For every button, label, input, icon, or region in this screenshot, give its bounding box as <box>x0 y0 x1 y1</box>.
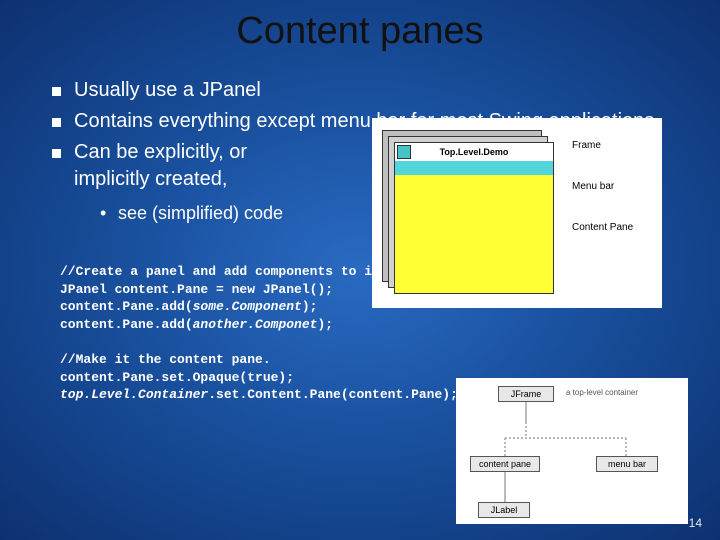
figure-window-stack: Top.Level.Demo Frame Menu bar Content Pa… <box>372 118 662 308</box>
figure-label-frame: Frame <box>572 140 658 151</box>
code-line: ); <box>317 317 333 332</box>
code-line: .set.Content.Pane(content.Pane); <box>208 387 458 402</box>
figure-window-title: Top.Level.Demo <box>440 147 509 157</box>
figure-note: a top-level container <box>566 388 638 397</box>
code-line: //Create a panel and add components to i… <box>60 264 388 279</box>
figure-node-contentpane: content pane <box>470 456 540 472</box>
page-number: 14 <box>689 516 702 530</box>
figure-label-contentpane: Content Pane <box>572 222 658 233</box>
bullet-text: Can be explicitly, or implicitly created… <box>74 141 247 190</box>
code-italic: another.Componet <box>193 317 318 332</box>
figure-contentpane <box>395 175 553 293</box>
code-line: JPanel content.Pane = new JPanel(); <box>60 282 333 297</box>
figure-node-jframe: JFrame <box>498 386 554 402</box>
figure-node-menubar: menu bar <box>596 456 658 472</box>
sub-bullet-text: see (simplified) code <box>118 203 283 223</box>
figure-node-jlabel: JLabel <box>478 502 530 518</box>
figure-stack: Top.Level.Demo <box>382 130 562 298</box>
system-menu-icon <box>397 145 411 159</box>
bullet-text: Usually use a JPanel <box>74 79 261 101</box>
bullet-item: Usually use a JPanel <box>52 77 680 104</box>
figure-label-menubar: Menu bar <box>572 181 658 192</box>
figure-menubar <box>395 161 553 175</box>
figure-hierarchy: JFrame a top-level container content pan… <box>456 378 688 524</box>
figure-titlebar: Top.Level.Demo <box>395 143 553 162</box>
code-line: ); <box>302 299 318 314</box>
figure-labels: Frame Menu bar Content Pane <box>572 140 658 263</box>
code-line: content.Pane.add( <box>60 317 193 332</box>
code-italic: some.Component <box>193 299 302 314</box>
figure-window-front: Top.Level.Demo <box>394 142 554 294</box>
code-line: content.Pane.add( <box>60 299 193 314</box>
code-italic: top.Level.Container <box>60 387 208 402</box>
code-line: //Make it the content pane. <box>60 352 271 367</box>
slide-title: Content panes <box>0 0 720 53</box>
code-line: content.Pane.set.Opaque(true); <box>60 370 294 385</box>
slide: Content panes Usually use a JPanel Conta… <box>0 0 720 540</box>
